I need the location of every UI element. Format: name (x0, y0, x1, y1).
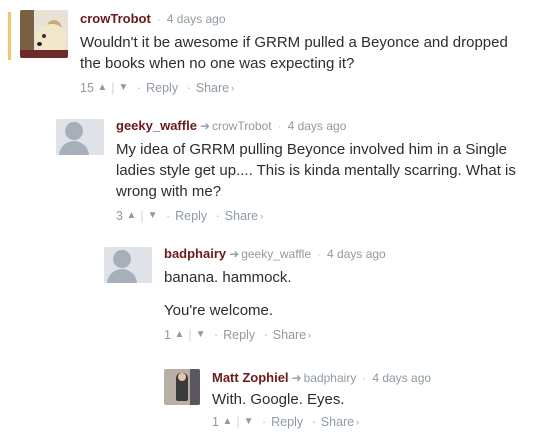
separator-dot: · (261, 414, 267, 429)
separator-dot: · (215, 208, 220, 223)
timestamp[interactable]: 4 days ago (167, 12, 226, 26)
author-name[interactable]: Matt Zophiel (212, 370, 289, 385)
separator-dot: · (277, 119, 282, 133)
chevron-up-icon[interactable]: ▲ (126, 208, 136, 224)
chevron-right-icon: › (231, 82, 235, 93)
divider: | (188, 327, 192, 342)
separator-dot: · (165, 208, 171, 223)
parent-author[interactable]: crowTrobot (212, 119, 272, 133)
vote-count: 1 (212, 414, 219, 429)
comment-header: badphairy ➜ geeky_waffle · 4 days ago (164, 245, 530, 263)
timestamp[interactable]: 4 days ago (372, 371, 431, 385)
comment-text: With. Google. Eyes. (212, 389, 530, 410)
divider: | (236, 414, 240, 429)
comment-paragraph: banana. hammock. (164, 269, 292, 286)
separator-dot: · (317, 247, 322, 261)
comment-text: My idea of GRRM pulling Beyonce involved… (116, 139, 530, 202)
separator-dot: · (362, 371, 367, 385)
avatar[interactable] (20, 10, 68, 58)
reply-button[interactable]: Reply (175, 208, 207, 224)
chevron-down-icon[interactable]: ▼ (244, 414, 254, 430)
comment-footer: 15 ▲ | ▼ · Reply · Share › (80, 79, 530, 95)
chevron-up-icon[interactable]: ▲ (174, 327, 184, 343)
separator-dot: · (213, 327, 219, 342)
separator-dot: · (156, 12, 161, 26)
comment-paragraph: My idea of GRRM pulling Beyonce involved… (116, 141, 516, 200)
chevron-down-icon[interactable]: ▼ (119, 80, 129, 96)
reply-button[interactable]: Reply (146, 80, 178, 96)
timestamp[interactable]: 4 days ago (327, 247, 386, 261)
comment-header: geeky_waffle ➜ crowTrobot · 4 days ago (116, 117, 530, 135)
chevron-down-icon[interactable]: ▼ (148, 208, 158, 224)
vote-count: 1 (164, 327, 171, 342)
comment-text: Wouldn't it be awesome if GRRM pulled a … (80, 32, 530, 74)
timestamp[interactable]: 4 days ago (288, 119, 347, 133)
chevron-up-icon[interactable]: ▲ (97, 80, 107, 96)
separator-dot: · (186, 80, 191, 95)
parent-author[interactable]: badphairy (304, 371, 357, 385)
share-button[interactable]: Share (321, 414, 354, 430)
separator-dot: · (136, 80, 142, 95)
chevron-right-icon: › (356, 416, 360, 427)
chevron-right-icon: › (308, 329, 312, 340)
comment-text: banana. hammock. You're welcome. (164, 267, 530, 321)
divider: | (111, 80, 115, 95)
author-name[interactable]: crowTrobot (80, 11, 151, 26)
reply-button[interactable]: Reply (223, 327, 255, 343)
reply-arrow-icon: ➜ (199, 119, 210, 133)
separator-dot: · (311, 414, 316, 429)
separator-dot: · (263, 327, 268, 342)
reply-arrow-icon: ➜ (229, 247, 240, 261)
comment-footer: 1 ▲ | ▼ · Reply · Share › (164, 326, 530, 342)
divider: | (140, 208, 144, 223)
chevron-down-icon[interactable]: ▼ (196, 327, 206, 343)
share-button[interactable]: Share (196, 80, 229, 96)
chevron-up-icon[interactable]: ▲ (222, 414, 232, 430)
avatar[interactable] (104, 247, 152, 283)
comment-paragraph: With. Google. Eyes. (212, 391, 345, 408)
share-button[interactable]: Share (225, 208, 258, 224)
reply-button[interactable]: Reply (271, 414, 303, 430)
chevron-right-icon: › (260, 210, 264, 221)
avatar[interactable] (164, 369, 200, 405)
vote-count: 3 (116, 208, 123, 223)
author-name[interactable]: geeky_waffle (116, 118, 197, 133)
comment-footer: 1 ▲ | ▼ · Reply · Share › (212, 413, 530, 429)
comment-header: Matt Zophiel ➜ badphairy · 4 days ago (212, 369, 530, 387)
parent-author[interactable]: geeky_waffle (241, 247, 311, 261)
comment-header: crowTrobot · 4 days ago (80, 10, 530, 28)
vote-count: 15 (80, 80, 94, 95)
avatar[interactable] (56, 119, 104, 155)
share-button[interactable]: Share (273, 327, 306, 343)
author-name[interactable]: badphairy (164, 246, 226, 261)
comment-footer: 3 ▲ | ▼ · Reply · Share › (116, 207, 530, 223)
reply-arrow-icon: ➜ (291, 371, 302, 385)
new-comment-highlight (8, 12, 11, 60)
comment-paragraph: Wouldn't it be awesome if GRRM pulled a … (80, 34, 508, 72)
comment-paragraph: You're welcome. (164, 302, 274, 319)
